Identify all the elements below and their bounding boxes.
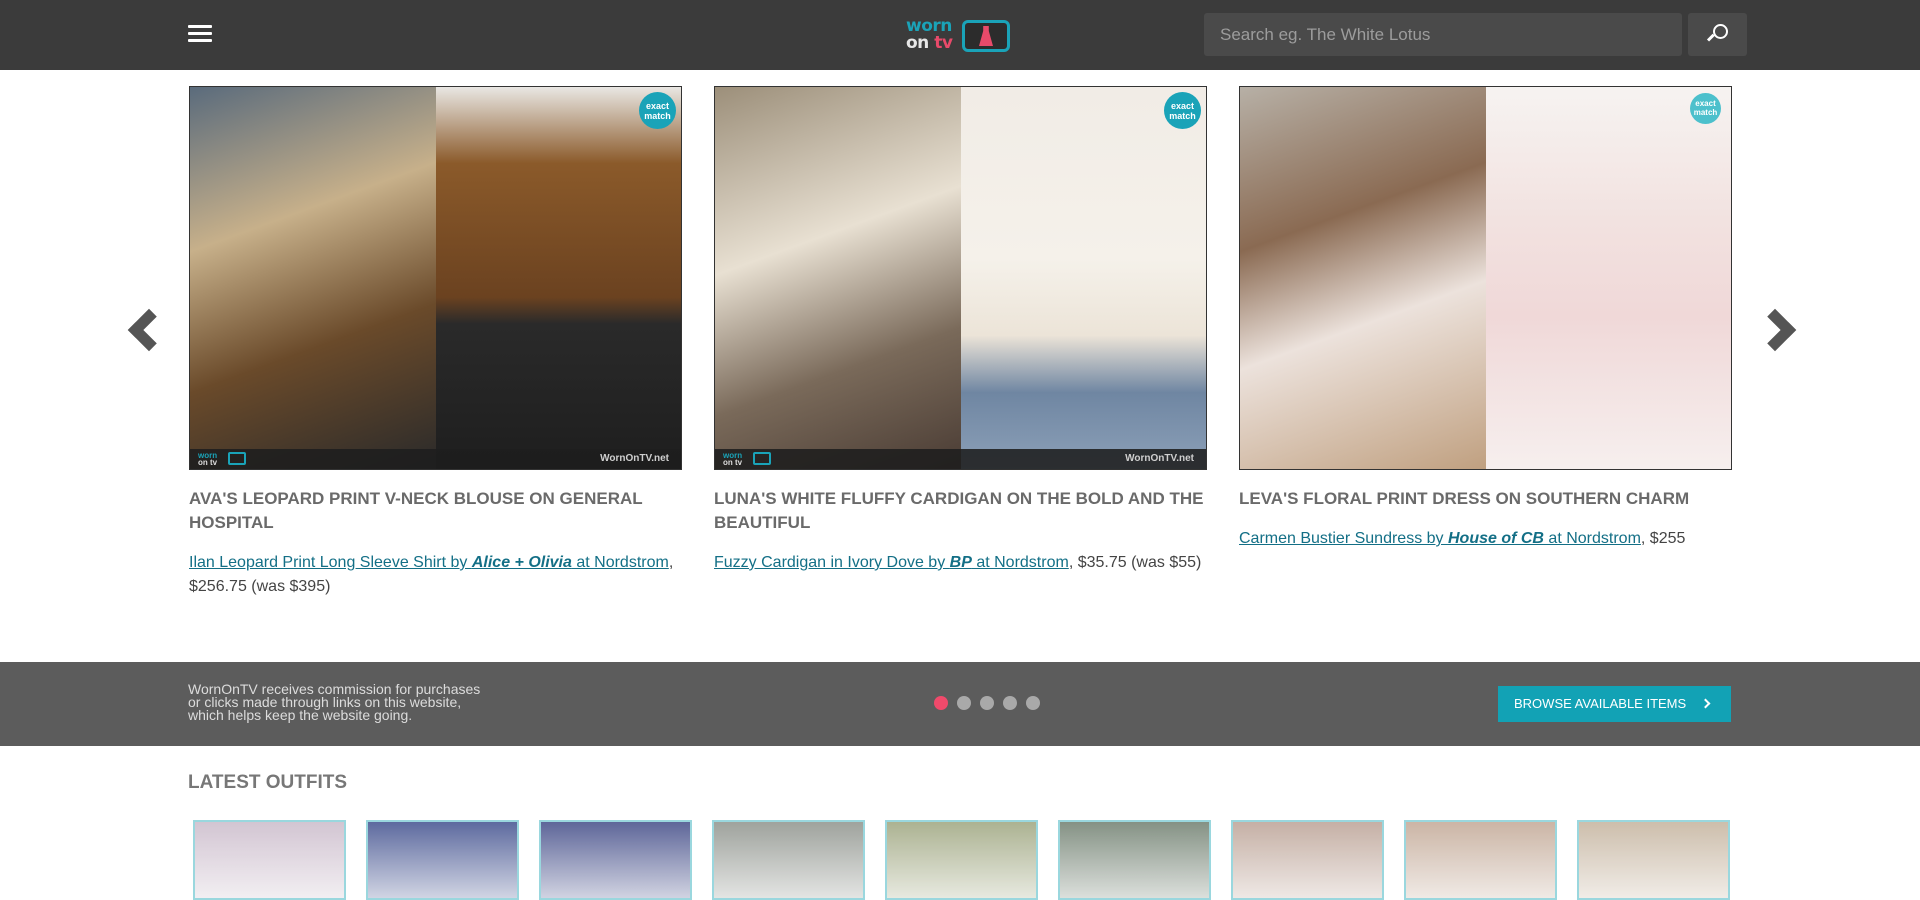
carousel-next-button[interactable]: [1753, 305, 1804, 361]
exact-match-badge: exact match: [639, 92, 676, 129]
carousel-footer-bar: WornOnTV receives commission for purchas…: [0, 662, 1920, 746]
outfit-description: Ilan Leopard Print Long Sleeve Shirt by …: [189, 551, 682, 599]
badge-line-2: match: [644, 111, 671, 121]
browse-button-label: Browse Available Items: [1514, 696, 1687, 711]
mini-logo-on-tv: on tv: [198, 458, 218, 467]
carousel-prev-button[interactable]: [120, 305, 171, 361]
mini-logo-on-tv: on tv: [723, 458, 743, 467]
search-icon-handle: [1706, 33, 1715, 42]
site-header: worn on tv: [0, 0, 1920, 70]
product-link[interactable]: Carmen Bustier Sundress by House of CB a…: [1239, 530, 1641, 547]
outfit-card-image[interactable]: exact match: [1239, 86, 1732, 470]
image-watermark-bar: worn on tv WornOnTV.net: [190, 449, 681, 469]
product-photo: [960, 87, 1206, 469]
latest-outfit-thumbnail[interactable]: [539, 820, 692, 900]
chevron-left-icon: [127, 308, 171, 352]
pagination-dot[interactable]: [934, 696, 948, 710]
badge-line-1: exact: [1695, 99, 1716, 108]
scene-photo: [190, 87, 436, 469]
tv-dress-icon: [962, 20, 1010, 52]
latest-outfit-thumbnail[interactable]: [366, 820, 519, 900]
logo-text: worn on tv: [906, 18, 953, 53]
retailer-name: at Nordstrom: [1543, 530, 1641, 547]
badge-line-2: match: [1693, 108, 1718, 117]
search-button[interactable]: [1688, 13, 1747, 56]
product-name: Carmen Bustier Sundress by: [1239, 530, 1448, 547]
outfit-card-image[interactable]: exact match worn on tv WornOnTV.net: [189, 86, 682, 470]
latest-outfit-thumbnail[interactable]: [193, 820, 346, 900]
badge-line-1: exact: [645, 101, 670, 111]
logo-word-tv: tv: [934, 33, 953, 53]
outfit-title[interactable]: Luna's White Fluffy Cardigan on The Bold…: [714, 487, 1207, 535]
scene-photo: [1240, 87, 1486, 469]
brand-name: BP: [949, 554, 972, 571]
product-photo: [435, 87, 681, 469]
latest-outfit-thumbnail[interactable]: [885, 820, 1038, 900]
outfit-card: exact match Leva's Floral Print Dress on …: [1239, 86, 1732, 551]
outfit-title[interactable]: Leva's Floral Print Dress on Southern Ch…: [1239, 487, 1732, 511]
scene-photo: [715, 87, 961, 469]
outfit-card: exact match worn on tv WornOnTV.net Ava's …: [189, 86, 682, 599]
badge-line-2: match: [1169, 111, 1196, 121]
product-name: Ilan Leopard Print Long Sleeve Shirt by: [189, 554, 472, 571]
outfit-title[interactable]: Ava's Leopard Print V-Neck Blouse on Gen…: [189, 487, 682, 535]
commission-disclaimer: WornOnTV receives commission for purchas…: [188, 681, 481, 723]
carousel-pagination: [934, 696, 1040, 710]
product-name: Fuzzy Cardigan in Ivory Dove by: [714, 554, 950, 571]
tv-icon: [228, 452, 246, 465]
brand-name: Alice + Olivia: [471, 554, 572, 571]
exact-match-badge: exact match: [1164, 92, 1201, 129]
product-link[interactable]: Fuzzy Cardigan in Ivory Dove by BP at No…: [714, 554, 1069, 571]
outfit-card-image[interactable]: exact match worn on tv WornOnTV.net: [714, 86, 1207, 470]
pagination-dot[interactable]: [1003, 696, 1017, 710]
search-icon: [1713, 24, 1728, 39]
site-logo[interactable]: worn on tv: [906, 14, 1014, 54]
latest-outfit-thumbnail[interactable]: [1577, 820, 1730, 900]
exact-match-badge: exact match: [1690, 93, 1721, 124]
latest-outfit-thumbnail[interactable]: [1231, 820, 1384, 900]
outfit-card: exact match worn on tv WornOnTV.net Luna's…: [714, 86, 1207, 575]
pagination-dot[interactable]: [980, 696, 994, 710]
brand-name: House of CB: [1447, 530, 1544, 547]
product-photo: [1485, 87, 1731, 469]
search-input[interactable]: [1204, 13, 1682, 56]
browse-available-items-button[interactable]: Browse Available Items: [1498, 686, 1731, 722]
hamburger-menu-icon[interactable]: [188, 25, 212, 43]
mini-logo: worn on tv: [198, 452, 218, 467]
mini-logo: worn on tv: [723, 452, 743, 467]
outfit-description: Carmen Bustier Sundress by House of CB a…: [1239, 527, 1732, 551]
mini-logo-on: on: [198, 458, 210, 467]
latest-outfit-thumbnail[interactable]: [1404, 820, 1557, 900]
logo-word-on-tv: on tv: [906, 33, 953, 53]
pagination-dot[interactable]: [957, 696, 971, 710]
watermark-text: WornOnTV.net: [1125, 453, 1194, 464]
chevron-right-icon: [1700, 698, 1711, 709]
badge-line-1: exact: [1170, 101, 1195, 111]
mini-logo-tv: tv: [735, 458, 743, 467]
product-price: , $35.75 (was $55): [1068, 554, 1202, 571]
product-link[interactable]: Ilan Leopard Print Long Sleeve Shirt by …: [189, 554, 669, 571]
retailer-name: at Nordstrom: [571, 554, 669, 571]
retailer-name: at Nordstrom: [971, 554, 1069, 571]
latest-outfit-thumbnail[interactable]: [712, 820, 865, 900]
latest-outfit-thumbnail[interactable]: [1058, 820, 1211, 900]
latest-outfits-heading: Latest Outfits: [188, 772, 348, 793]
outfit-description: Fuzzy Cardigan in Ivory Dove by BP at No…: [714, 551, 1207, 575]
chevron-right-icon: [1753, 308, 1797, 352]
logo-word-on: on: [906, 33, 935, 53]
pagination-dot[interactable]: [1026, 696, 1040, 710]
tv-icon: [753, 452, 771, 465]
watermark-text: WornOnTV.net: [600, 453, 669, 464]
mini-logo-on: on: [723, 458, 735, 467]
mini-logo-tv: tv: [210, 458, 218, 467]
product-price: , $255: [1640, 530, 1686, 547]
image-watermark-bar: worn on tv WornOnTV.net: [715, 449, 1206, 469]
